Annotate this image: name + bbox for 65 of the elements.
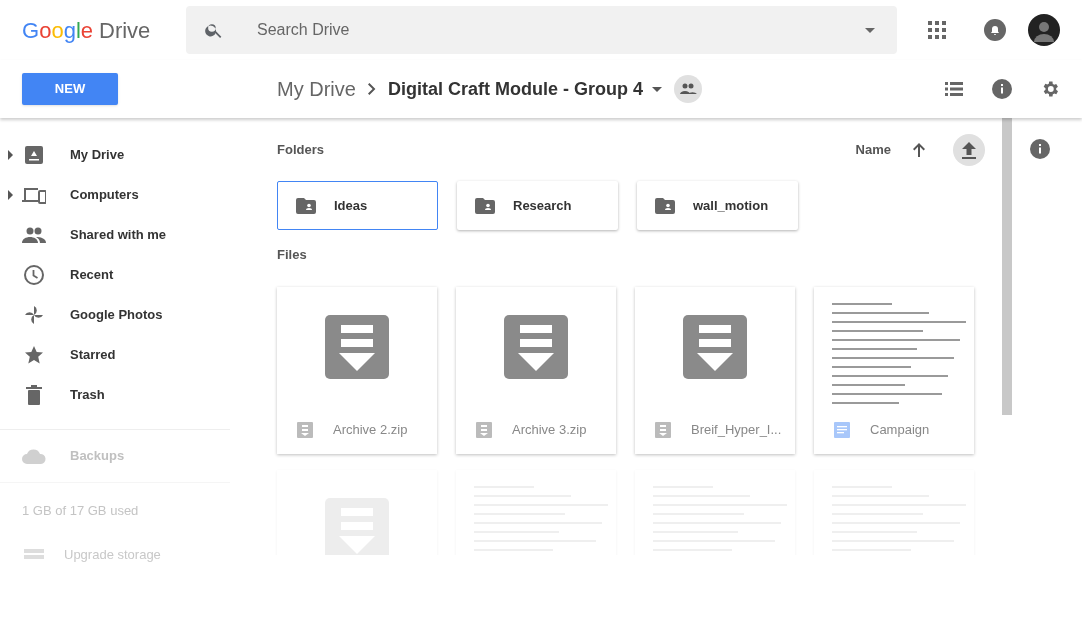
file-card[interactable]: Campaign [814, 286, 974, 454]
list-view-icon[interactable] [945, 82, 963, 96]
folder-name: Research [513, 196, 572, 215]
storage-icon [24, 549, 44, 560]
shared-people-icon[interactable] [673, 75, 702, 103]
sidebar-item[interactable]: Starred [70, 345, 116, 365]
sidebar-item[interactable]: My Drive [70, 145, 125, 165]
file-card[interactable]: Breif_Hyper_I... [635, 286, 795, 454]
file-name: Breif_Hyper_I... [691, 421, 782, 440]
sidebar-item[interactable]: Recent [70, 265, 114, 285]
upload-icon[interactable] [953, 134, 985, 166]
sidebar-item[interactable]: Shared with me [70, 225, 167, 245]
sort-ascending-arrow-icon[interactable] [913, 143, 925, 157]
chevron-right-icon [367, 83, 376, 95]
archive-file-icon [655, 422, 671, 438]
pinwheel-icon [24, 305, 44, 325]
shared-folder-icon [655, 197, 675, 214]
search-field[interactable]: Search Drive [186, 6, 897, 54]
logo-text: Google [22, 16, 93, 45]
dropdown-caret-icon[interactable] [865, 28, 875, 33]
dropdown-caret-icon[interactable] [651, 86, 662, 92]
product-name: Drive [99, 16, 151, 45]
section-heading: Files [277, 246, 308, 264]
computer-icon [22, 186, 46, 204]
section-heading: Folders [277, 141, 324, 160]
shared-folder-icon [475, 197, 495, 214]
file-name: Campaign [870, 421, 930, 440]
apps-grid-icon[interactable] [928, 21, 946, 39]
archive-icon [504, 314, 568, 379]
file-card[interactable]: Archive 2.zip [277, 286, 437, 454]
notifications-icon[interactable] [984, 19, 1006, 41]
expand-arrow-icon[interactable] [8, 150, 13, 160]
clock-icon [24, 265, 44, 285]
folder-name: wall_motion [693, 196, 769, 215]
cloud-icon [22, 448, 46, 464]
current-folder-title[interactable]: Digital Craft Module - Group 4 [387, 75, 643, 103]
expand-arrow-icon[interactable] [8, 190, 13, 200]
file-card[interactable]: Archive 3.zip [456, 286, 616, 454]
drive-icon [24, 145, 44, 165]
shared-folder-icon [296, 197, 316, 214]
file-name: Archive 2.zip [333, 421, 408, 440]
star-icon [24, 345, 44, 365]
scrollbar[interactable] [1002, 118, 1012, 415]
sidebar-item[interactable]: Google Photos [70, 305, 163, 325]
trash-icon [26, 385, 42, 405]
archive-icon [325, 314, 389, 379]
archive-icon [683, 314, 747, 379]
people-icon [22, 227, 46, 243]
folder-card[interactable]: Ideas [277, 181, 438, 230]
info-icon[interactable] [992, 79, 1012, 99]
folder-card[interactable]: wall_motion [637, 181, 798, 230]
archive-file-icon [476, 422, 492, 438]
sort-by-name-button[interactable]: Name [855, 140, 891, 160]
folder-name: Ideas [334, 196, 368, 215]
archive-file-icon [297, 422, 313, 438]
folder-card[interactable]: Research [457, 181, 618, 230]
avatar-icon[interactable] [1028, 14, 1060, 46]
file-name: Archive 3.zip [512, 421, 587, 440]
sidebar-item[interactable]: Trash [70, 385, 105, 405]
document-icon [834, 422, 850, 438]
sidebar-item[interactable]: Computers [70, 185, 139, 205]
storage-usage-text: 1 GB of 17 GB used [21, 502, 140, 520]
breadcrumb-link[interactable]: My Drive [277, 74, 356, 104]
new-button[interactable]: NEW [22, 73, 118, 105]
info-icon[interactable] [1030, 139, 1050, 159]
